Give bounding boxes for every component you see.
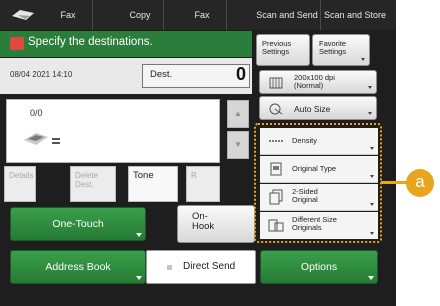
tab-fax-home[interactable]: Fax <box>44 0 93 30</box>
auto-size-icon <box>269 103 283 115</box>
resolution-button[interactable]: 200x100 dpi (Normal) <box>259 70 377 94</box>
datetime: 08/04 2021 14:10 <box>10 70 73 79</box>
delete-dest-button[interactable]: Delete Dest. <box>70 166 116 202</box>
auto-size-button[interactable]: Auto Size <box>259 96 377 120</box>
on-hook-button[interactable]: On-Hook <box>177 205 255 243</box>
details-button[interactable]: Details <box>4 166 36 202</box>
top-tab-bar: Fax Copy Fax Scan and Send Scan and Stor… <box>0 0 396 30</box>
scroll-down-button[interactable]: ▼ <box>227 131 249 159</box>
direct-send-label: Direct Send <box>183 261 236 272</box>
tab-fax[interactable]: Fax <box>178 0 227 30</box>
auto-size-label: Auto Size <box>294 104 331 114</box>
destination-label: Dest. <box>150 69 173 80</box>
options-button[interactable]: Options <box>260 250 378 284</box>
favorite-settings-button[interactable]: Favorite Settings <box>312 34 370 66</box>
callout-frame <box>254 123 382 243</box>
one-touch-button[interactable]: One-Touch <box>10 207 146 241</box>
callout-badge: a <box>406 169 434 197</box>
chevron-down-icon <box>368 86 372 89</box>
scroll-up-button[interactable]: ▲ <box>227 100 249 128</box>
fax-destination-icon <box>24 133 60 145</box>
previous-settings-label: Previous Settings <box>262 39 292 56</box>
tone-button[interactable]: Tone <box>128 166 178 202</box>
direct-send-indicator <box>167 265 172 270</box>
callout-leader-line <box>381 181 409 184</box>
page-title: Specify the destinations. <box>28 36 153 48</box>
previous-settings-button[interactable]: Previous Settings <box>256 34 310 66</box>
chevron-down-icon <box>361 58 365 61</box>
tab-copy[interactable]: Copy <box>117 0 164 30</box>
fax-home-icon[interactable] <box>10 7 36 23</box>
list-counter: 0/0 <box>30 108 43 118</box>
resolution-icon <box>269 77 283 89</box>
favorite-settings-label: Favorite Settings <box>319 39 347 56</box>
tab-scan-and-send[interactable]: Scan and Send <box>254 0 321 30</box>
r-button[interactable]: R <box>186 166 220 202</box>
on-hook-label: On-Hook <box>192 211 215 232</box>
chevron-down-icon <box>368 112 372 115</box>
resolution-label: 200x100 dpi (Normal) <box>294 73 335 90</box>
destination-count: 0 <box>236 64 247 84</box>
tab-scan-and-store[interactable]: Scan and Store <box>322 0 388 30</box>
direct-send-toggle[interactable]: Direct Send <box>146 250 256 284</box>
address-book-button[interactable]: Address Book <box>10 250 146 284</box>
fax-mode-icon <box>10 37 24 50</box>
